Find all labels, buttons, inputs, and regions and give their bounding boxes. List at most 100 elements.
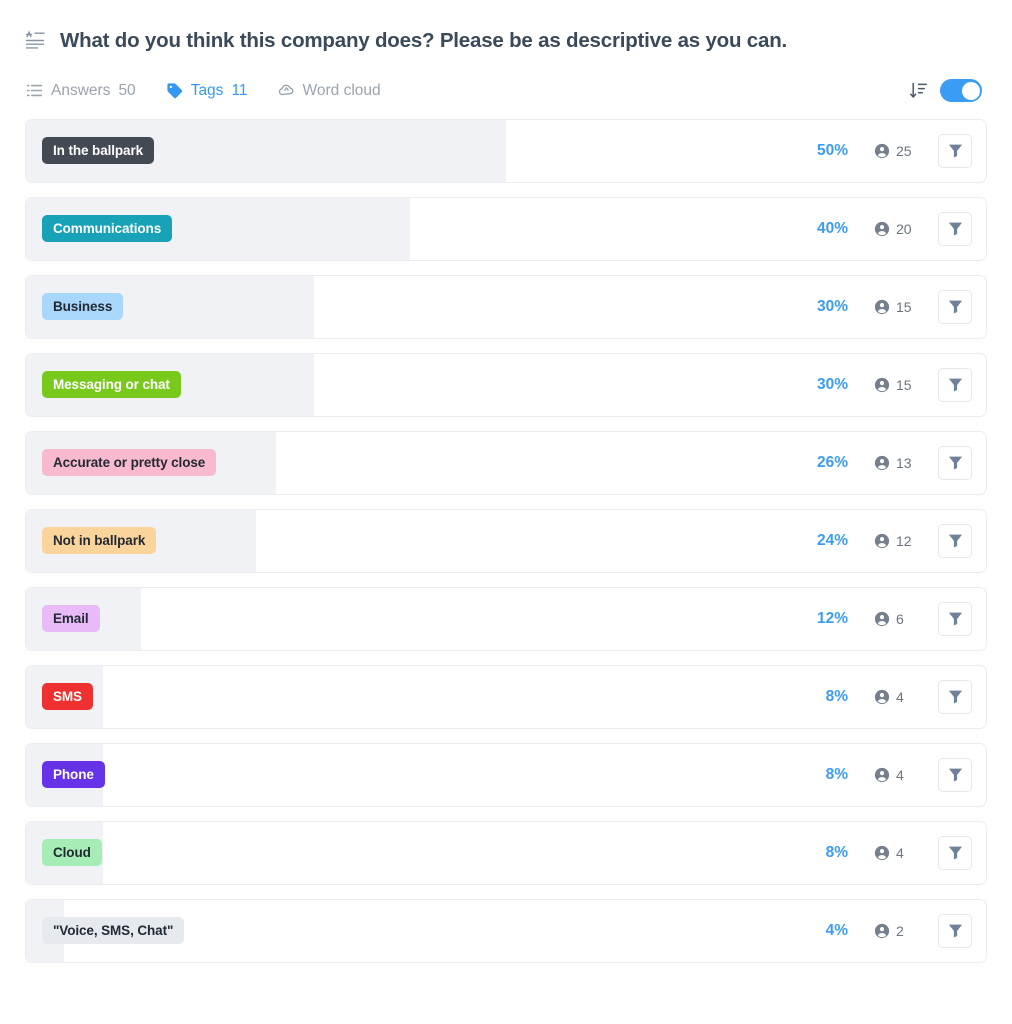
tag-chip[interactable]: "Voice, SMS, Chat" (42, 917, 185, 945)
percentage-value: 8% (825, 765, 848, 783)
tabs-right-controls (909, 79, 986, 103)
sort-descending-icon[interactable] (909, 81, 928, 100)
tab-answers[interactable]: Answers 50 (26, 82, 136, 99)
tag-chip[interactable]: Communications (42, 215, 173, 243)
respondent-count: 15 (874, 377, 916, 393)
filter-button[interactable] (938, 835, 972, 870)
percentage-value: 30% (816, 297, 848, 315)
row-metrics: 8% 4 (800, 757, 972, 792)
person-icon (874, 143, 890, 159)
percentage-value: 26% (816, 453, 848, 471)
person-icon (874, 221, 890, 237)
toggle-knob (961, 81, 980, 100)
tag-chip[interactable]: Email (42, 605, 100, 633)
tabs: Answers 50 Tags 11 Word cloud (26, 82, 381, 99)
person-icon (874, 689, 890, 705)
table-row[interactable]: SMS 8% 4 (25, 664, 987, 729)
respondent-count: 13 (874, 455, 916, 471)
tag-analytics-page: What do you think this company does? Ple… (0, 0, 1012, 1024)
person-icon (874, 845, 890, 861)
row-metrics: 4% 2 (800, 913, 972, 948)
filter-button[interactable] (938, 679, 972, 714)
person-icon (874, 299, 890, 315)
row-content: Not in ballpark 24% 12 (26, 523, 986, 558)
tag-chip[interactable]: In the ballpark (42, 137, 155, 165)
filter-funnel-icon (948, 923, 963, 938)
table-row[interactable]: Communications 40% 20 (25, 196, 987, 261)
respondent-count: 4 (874, 767, 916, 783)
row-metrics: 8% 4 (800, 679, 972, 714)
table-row[interactable]: Cloud 8% 4 (25, 820, 987, 885)
row-content: Cloud 8% 4 (26, 835, 986, 870)
percentage-value: 4% (825, 921, 848, 939)
row-content: Business 30% 15 (26, 289, 986, 324)
filter-funnel-icon (948, 533, 963, 548)
filter-button[interactable] (938, 211, 972, 246)
row-content: Email 12% 6 (26, 601, 986, 636)
person-icon (874, 533, 890, 549)
filter-button[interactable] (938, 289, 972, 324)
row-content: "Voice, SMS, Chat" 4% 2 (26, 913, 986, 948)
count-value: 13 (896, 454, 912, 471)
filter-funnel-icon (948, 143, 963, 158)
percentage-value: 30% (816, 375, 848, 393)
tag-chip[interactable]: Business (42, 293, 124, 321)
filter-button[interactable] (938, 367, 972, 402)
tag-chip[interactable]: SMS (42, 683, 93, 711)
row-metrics: 30% 15 (800, 289, 972, 324)
count-value: 4 (896, 688, 904, 705)
respondent-count: 15 (874, 299, 916, 315)
row-content: SMS 8% 4 (26, 679, 986, 714)
table-row[interactable]: "Voice, SMS, Chat" 4% 2 (25, 898, 987, 963)
question-header: What do you think this company does? Ple… (0, 0, 1012, 54)
filter-button[interactable] (938, 445, 972, 480)
table-row[interactable]: Messaging or chat 30% 15 (25, 352, 987, 417)
table-row[interactable]: Not in ballpark 24% 12 (25, 508, 987, 573)
row-metrics: 26% 13 (800, 445, 972, 480)
filter-button[interactable] (938, 913, 972, 948)
tag-icon (166, 82, 183, 99)
tab-word-cloud-label: Word cloud (302, 81, 381, 99)
tab-word-cloud[interactable]: Word cloud (278, 82, 381, 99)
count-value: 15 (896, 376, 912, 393)
respondent-count: 20 (874, 221, 916, 237)
filter-button[interactable] (938, 523, 972, 558)
filter-button[interactable] (938, 757, 972, 792)
tag-chip[interactable]: Accurate or pretty close (42, 449, 217, 477)
filter-funnel-icon (948, 455, 963, 470)
person-icon (874, 923, 890, 939)
table-row[interactable]: In the ballpark 50% 25 (25, 118, 987, 183)
sort-toggle[interactable] (940, 79, 982, 103)
table-row[interactable]: Business 30% 15 (25, 274, 987, 339)
tag-rows-list: In the ballpark 50% 25 Communications 40% 20 B… (0, 106, 1012, 963)
respondent-count: 4 (874, 845, 916, 861)
filter-funnel-icon (948, 377, 963, 392)
tag-chip[interactable]: Messaging or chat (42, 371, 181, 399)
table-row[interactable]: Accurate or pretty close 26% 13 (25, 430, 987, 495)
percentage-value: 24% (816, 531, 848, 549)
filter-button[interactable] (938, 133, 972, 168)
tag-chip[interactable]: Cloud (42, 839, 102, 867)
count-value: 15 (896, 298, 912, 315)
table-row[interactable]: Phone 8% 4 (25, 742, 987, 807)
filter-button[interactable] (938, 601, 972, 636)
text-answer-icon (24, 30, 46, 52)
word-cloud-icon (278, 82, 295, 99)
percentage-value: 40% (816, 219, 848, 237)
tag-chip[interactable]: Not in ballpark (42, 527, 157, 555)
percentage-value: 50% (816, 141, 848, 159)
tab-tags[interactable]: Tags 11 (166, 82, 248, 99)
filter-funnel-icon (948, 221, 963, 236)
count-value: 25 (896, 142, 912, 159)
filter-funnel-icon (948, 689, 963, 704)
page-title: What do you think this company does? Ple… (60, 29, 788, 52)
row-content: Communications 40% 20 (26, 211, 986, 246)
respondent-count: 12 (874, 533, 916, 549)
percentage-value: 12% (816, 609, 848, 627)
row-metrics: 40% 20 (800, 211, 972, 246)
tab-tags-count: 11 (231, 81, 248, 99)
person-icon (874, 611, 890, 627)
tag-chip[interactable]: Phone (42, 761, 105, 789)
table-row[interactable]: Email 12% 6 (25, 586, 987, 651)
list-icon (26, 82, 43, 99)
